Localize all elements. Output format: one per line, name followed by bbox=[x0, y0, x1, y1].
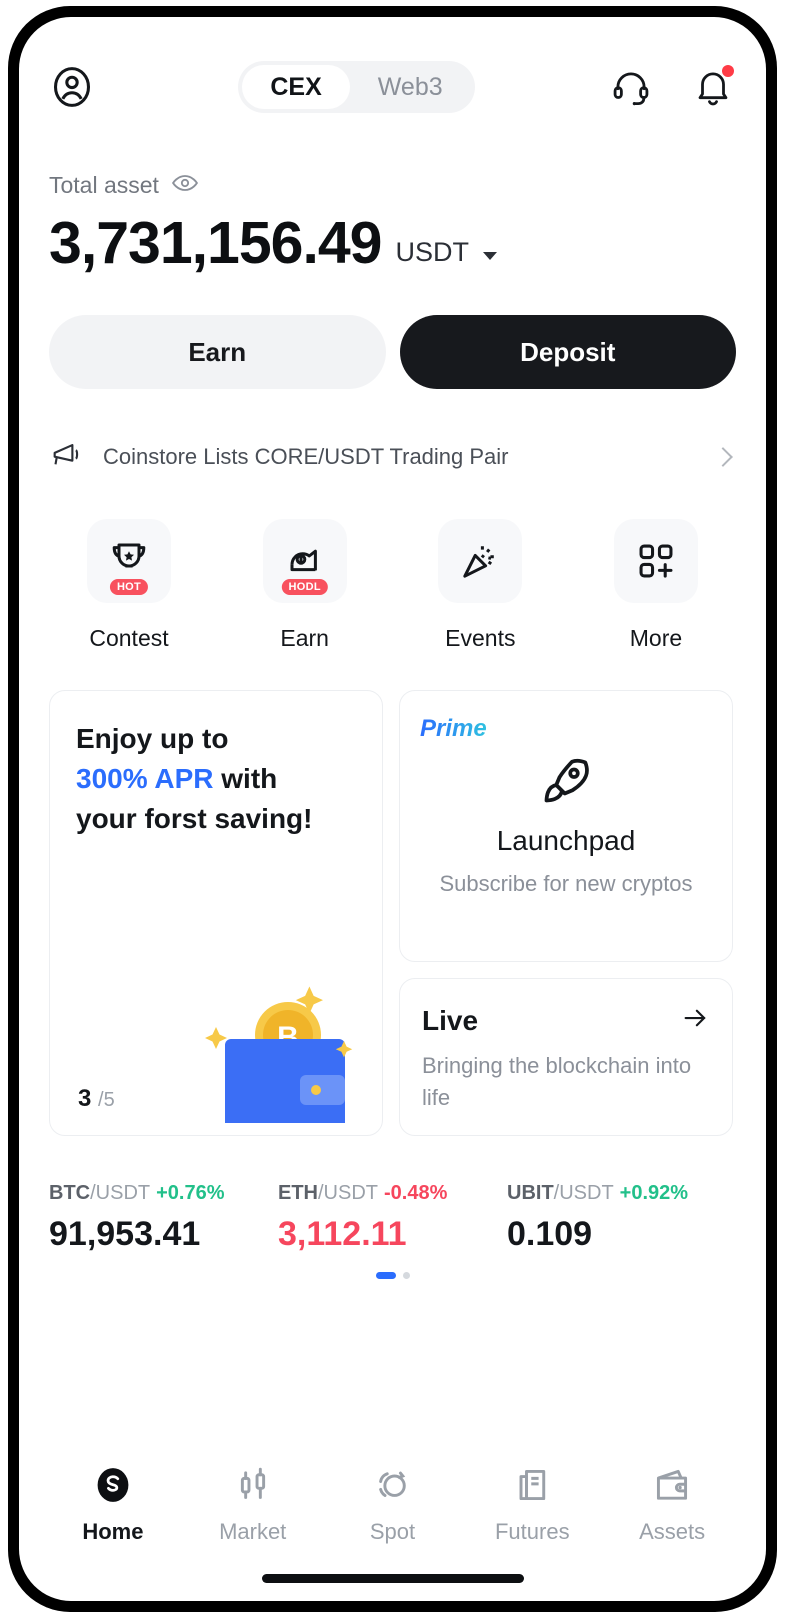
nav-item-market[interactable]: Market bbox=[183, 1463, 323, 1545]
nav-item-spot[interactable]: Spot bbox=[323, 1463, 463, 1545]
ticker-price: 3,112.11 bbox=[278, 1215, 407, 1253]
nav-label: Spot bbox=[369, 1519, 416, 1544]
balance-amount: 3,731,156.49 bbox=[49, 210, 382, 276]
announcement-banner[interactable]: Coinstore Lists CORE/USDT Trading Pair bbox=[49, 435, 736, 479]
nav-label: Futures bbox=[494, 1519, 570, 1544]
ticker-item-ubit[interactable]: UBIT/USDT +0.92% 0.109 bbox=[507, 1182, 736, 1254]
ticker-price: 91,953.41 bbox=[49, 1215, 201, 1253]
ticker-item-btc[interactable]: BTC/USDT +0.76% 91,953.41 bbox=[49, 1182, 278, 1254]
wallet-bitcoin-illustration: B bbox=[205, 986, 353, 1123]
swap-icon bbox=[379, 1471, 407, 1497]
ticker-change: +0.76% bbox=[156, 1182, 225, 1204]
quick-actions: HOT Contest HODL Earn Events More bbox=[49, 519, 736, 652]
promo-counter: 3 /5 bbox=[78, 1085, 115, 1113]
piggy-hand-icon bbox=[290, 549, 317, 572]
ticker-quote: /USDT bbox=[90, 1182, 151, 1204]
launchpad-title: Launchpad bbox=[496, 825, 636, 856]
total-asset-label: Total asset bbox=[49, 172, 159, 198]
quick-action-contest[interactable]: HOT Contest bbox=[49, 519, 209, 652]
wallet-icon bbox=[657, 1469, 688, 1500]
notification-badge bbox=[721, 65, 734, 77]
bell-icon[interactable] bbox=[690, 64, 736, 110]
live-title: Live bbox=[422, 1004, 479, 1036]
market-ticker: BTC/USDT +0.76% 91,953.41 ETH/USDT -0.48% … bbox=[49, 1182, 736, 1254]
document-chart-icon bbox=[519, 1469, 546, 1501]
trophy-icon bbox=[112, 543, 146, 568]
quick-action-label: More bbox=[629, 625, 683, 651]
live-subtitle: Bringing the blockchain into life bbox=[422, 1053, 692, 1110]
cex-web3-toggle[interactable]: CEX Web3 bbox=[238, 61, 475, 113]
promo-line2-rest: with bbox=[213, 762, 278, 794]
nav-item-futures[interactable]: Futures bbox=[462, 1463, 602, 1545]
ticker-base: UBIT bbox=[507, 1182, 554, 1204]
quick-action-label: Contest bbox=[89, 625, 169, 651]
ticker-change: +0.92% bbox=[619, 1182, 689, 1204]
tab-web3[interactable]: Web3 bbox=[350, 65, 471, 109]
promo-line1: Enjoy up to bbox=[76, 723, 229, 754]
contest-badge: HOT bbox=[109, 578, 149, 595]
promo-line3: your forst saving! bbox=[76, 802, 313, 834]
chevron-right-icon[interactable] bbox=[713, 447, 733, 467]
primary-actions: Earn Deposit bbox=[49, 315, 736, 389]
phone-frame: CEX Web3 Total asset 3,731,156.49 USDT E… bbox=[8, 6, 777, 1612]
announcement-text: Coinstore Lists CORE/USDT Trading Pair bbox=[103, 444, 509, 469]
launchpad-card[interactable]: Prime Launchpad Subscribe for new crypto… bbox=[399, 690, 733, 962]
home-logo-icon bbox=[97, 1468, 129, 1502]
ticker-change: -0.48% bbox=[384, 1182, 448, 1204]
nav-label: Market bbox=[219, 1519, 287, 1544]
promo-counter-total: /5 bbox=[98, 1089, 115, 1111]
ticker-base: ETH bbox=[278, 1182, 318, 1204]
ticker-item-eth[interactable]: ETH/USDT -0.48% 3,112.11 bbox=[278, 1182, 507, 1254]
tab-cex[interactable]: CEX bbox=[242, 65, 350, 109]
ticker-base: BTC bbox=[49, 1182, 91, 1204]
profile-icon[interactable] bbox=[49, 64, 95, 110]
rocket-icon bbox=[544, 758, 589, 803]
nav-item-assets[interactable]: Assets bbox=[602, 1463, 742, 1545]
balance-section: Total asset 3,731,156.49 USDT bbox=[49, 169, 736, 273]
carousel-dots[interactable] bbox=[49, 1272, 736, 1279]
live-card[interactable]: Live Bringing the blockchain into life bbox=[399, 978, 733, 1136]
nav-item-home[interactable]: Home bbox=[43, 1463, 183, 1545]
phone-screen: CEX Web3 Total asset 3,731,156.49 USDT E… bbox=[19, 17, 766, 1601]
launchpad-subtitle: Subscribe for new cryptos bbox=[439, 871, 693, 896]
home-indicator bbox=[261, 1574, 524, 1583]
party-popper-icon bbox=[463, 546, 495, 578]
headset-icon[interactable] bbox=[608, 64, 654, 110]
promo-counter-current: 3 bbox=[78, 1085, 92, 1112]
ticker-price: 0.109 bbox=[507, 1215, 593, 1253]
megaphone-icon bbox=[49, 438, 83, 477]
carousel-dot[interactable] bbox=[402, 1272, 410, 1279]
promo-accent: 300% APR bbox=[76, 762, 214, 794]
arrow-right-icon[interactable] bbox=[680, 1003, 710, 1038]
chevron-down-icon[interactable] bbox=[483, 252, 497, 260]
quick-action-label: Earn bbox=[280, 625, 329, 651]
quick-action-earn[interactable]: HODL Earn bbox=[225, 519, 385, 652]
savings-promo-card[interactable]: Enjoy up to 300% APR with your forst sav… bbox=[49, 690, 383, 1136]
bottom-navigation: Home Market Spot Futures Assets bbox=[19, 1463, 766, 1545]
earn-badge: HODL bbox=[281, 578, 328, 595]
balance-currency[interactable]: USDT bbox=[396, 237, 470, 273]
nav-label: Assets bbox=[639, 1519, 706, 1544]
promo-headline: Enjoy up to 300% APR with your forst sav… bbox=[76, 719, 356, 838]
nav-label: Home bbox=[82, 1519, 144, 1544]
earn-button[interactable]: Earn bbox=[49, 315, 386, 389]
quick-action-more[interactable]: More bbox=[576, 519, 736, 652]
deposit-button[interactable]: Deposit bbox=[399, 315, 736, 389]
ticker-quote: /USDT bbox=[318, 1182, 378, 1204]
grid-plus-icon bbox=[639, 544, 673, 578]
carousel-dot-active[interactable] bbox=[375, 1272, 396, 1279]
promo-cards: Enjoy up to 300% APR with your forst sav… bbox=[49, 690, 736, 1136]
quick-action-label: Events bbox=[445, 625, 516, 651]
candlestick-icon bbox=[240, 1467, 265, 1499]
ticker-quote: /USDT bbox=[553, 1182, 614, 1204]
quick-action-events[interactable]: Events bbox=[400, 519, 560, 652]
eye-icon[interactable] bbox=[171, 169, 199, 202]
app-header: CEX Web3 bbox=[49, 39, 736, 135]
prime-tag: Prime bbox=[420, 715, 487, 742]
